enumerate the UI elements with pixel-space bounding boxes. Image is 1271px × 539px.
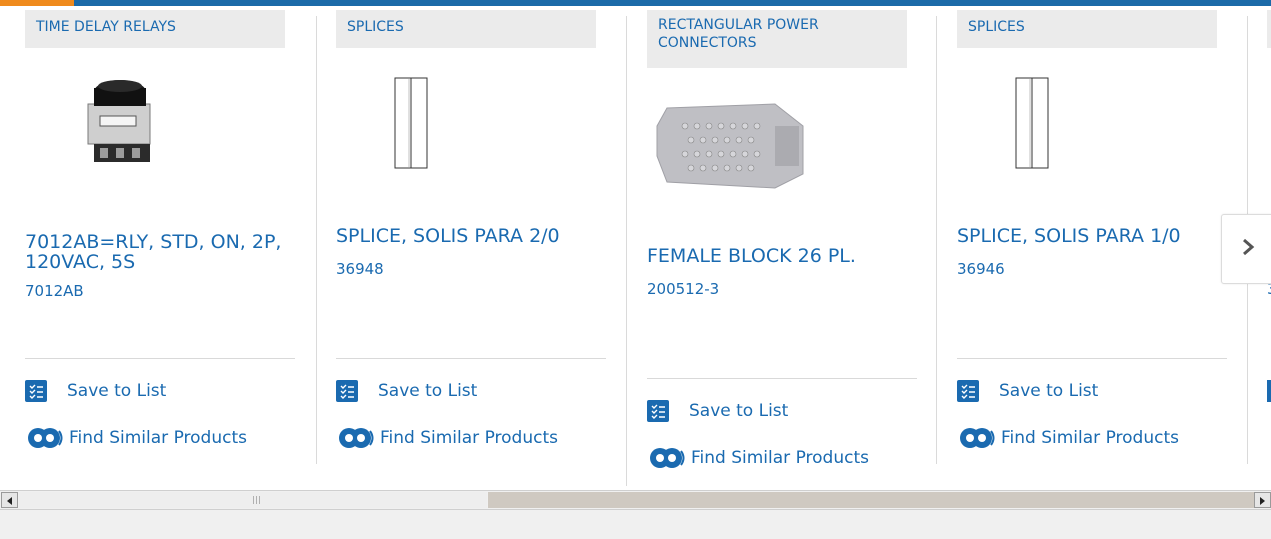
product-title[interactable]: SPLICE, SOLIS PARA 2/0 [336,226,616,246]
card-divider [626,16,627,486]
save-to-list-button[interactable]: Save to List [647,400,788,422]
find-similar-products-button[interactable]: Find Similar Products [25,426,247,450]
card-divider [316,16,317,464]
gears-icon [336,426,376,450]
gears-icon [25,426,65,450]
product-title[interactable]: 7012AB=RLY, STD, ON, 2P, 120VAC, 5S [25,232,305,272]
checklist-icon [957,380,979,402]
arrow-left-icon [7,497,12,505]
product-carousel: TIME DELAY RELAYS 7012AB=RLY, STD, ON, 2… [0,6,1271,490]
find-similar-label: Find Similar Products [69,428,247,448]
scroll-left-button[interactable] [1,492,18,508]
part-number[interactable]: 36948 [336,260,384,278]
time-delay-relay-image[interactable] [80,76,160,180]
category-label[interactable]: SPLICES [336,10,596,48]
save-to-list-button[interactable]: Save to List [25,380,166,402]
splice-image[interactable] [1012,76,1052,176]
part-number[interactable]: 7012AB [25,282,84,300]
scroll-right-button[interactable] [1254,492,1271,508]
save-to-list-label: Save to List [999,381,1099,401]
product-card: TIME DELAY RELAYS 7012AB=RLY, STD, ON, 2… [25,6,295,490]
divider-line [647,378,917,379]
scrollbar-thumb[interactable] [19,492,487,508]
checklist-icon [647,400,669,422]
save-to-list-label: Save to List [378,381,478,401]
category-label-partial [1267,10,1271,48]
checklist-icon[interactable] [1267,380,1271,402]
splice-image[interactable] [391,76,431,176]
divider-line [336,358,606,359]
part-number[interactable]: 36946 [957,260,1005,278]
horizontal-scrollbar[interactable] [0,490,1271,510]
find-similar-label: Find Similar Products [691,448,869,468]
power-connector-image[interactable] [655,96,805,196]
gears-icon [957,426,997,450]
find-similar-products-button[interactable]: Find Similar Products [647,446,869,470]
part-number[interactable]: 200512-3 [647,280,719,298]
find-similar-label: Find Similar Products [380,428,558,448]
chevron-right-icon [1241,238,1255,260]
save-to-list-label: Save to List [67,381,167,401]
page-footer-area [0,510,1271,539]
scrollbar-track[interactable] [488,492,1254,508]
product-title[interactable]: SPLICE, SOLIS PARA 1/0 [957,226,1237,246]
arrow-right-icon [1260,497,1265,505]
save-to-list-button[interactable]: Save to List [957,380,1098,402]
gears-icon [647,446,687,470]
find-similar-products-button[interactable]: Find Similar Products [336,426,558,450]
save-to-list-button[interactable]: Save to List [336,380,477,402]
divider-line [25,358,295,359]
category-label[interactable]: TIME DELAY RELAYS [25,10,285,48]
card-divider [936,16,937,464]
scrollbar-grip [253,496,262,504]
carousel-next-button[interactable] [1221,214,1271,284]
product-card: SPLICES SPLICE, SOLIS PARA 1/0 36946 Sav… [957,6,1227,490]
category-label[interactable]: SPLICES [957,10,1217,48]
find-similar-products-button[interactable]: Find Similar Products [957,426,1179,450]
category-label[interactable]: RECTANGULAR POWER CONNECTORS [647,10,907,68]
divider-line [957,358,1227,359]
find-similar-label: Find Similar Products [1001,428,1179,448]
checklist-icon [336,380,358,402]
product-card: RECTANGULAR POWER CONNECTORS FEMALE BLOC… [647,6,917,490]
product-card: SPLICES SPLICE, SOLIS PARA 2/0 36948 Sav… [336,6,606,490]
checklist-icon [25,380,47,402]
save-to-list-label: Save to List [689,401,789,421]
product-title[interactable]: FEMALE BLOCK 26 PL. [647,246,927,266]
